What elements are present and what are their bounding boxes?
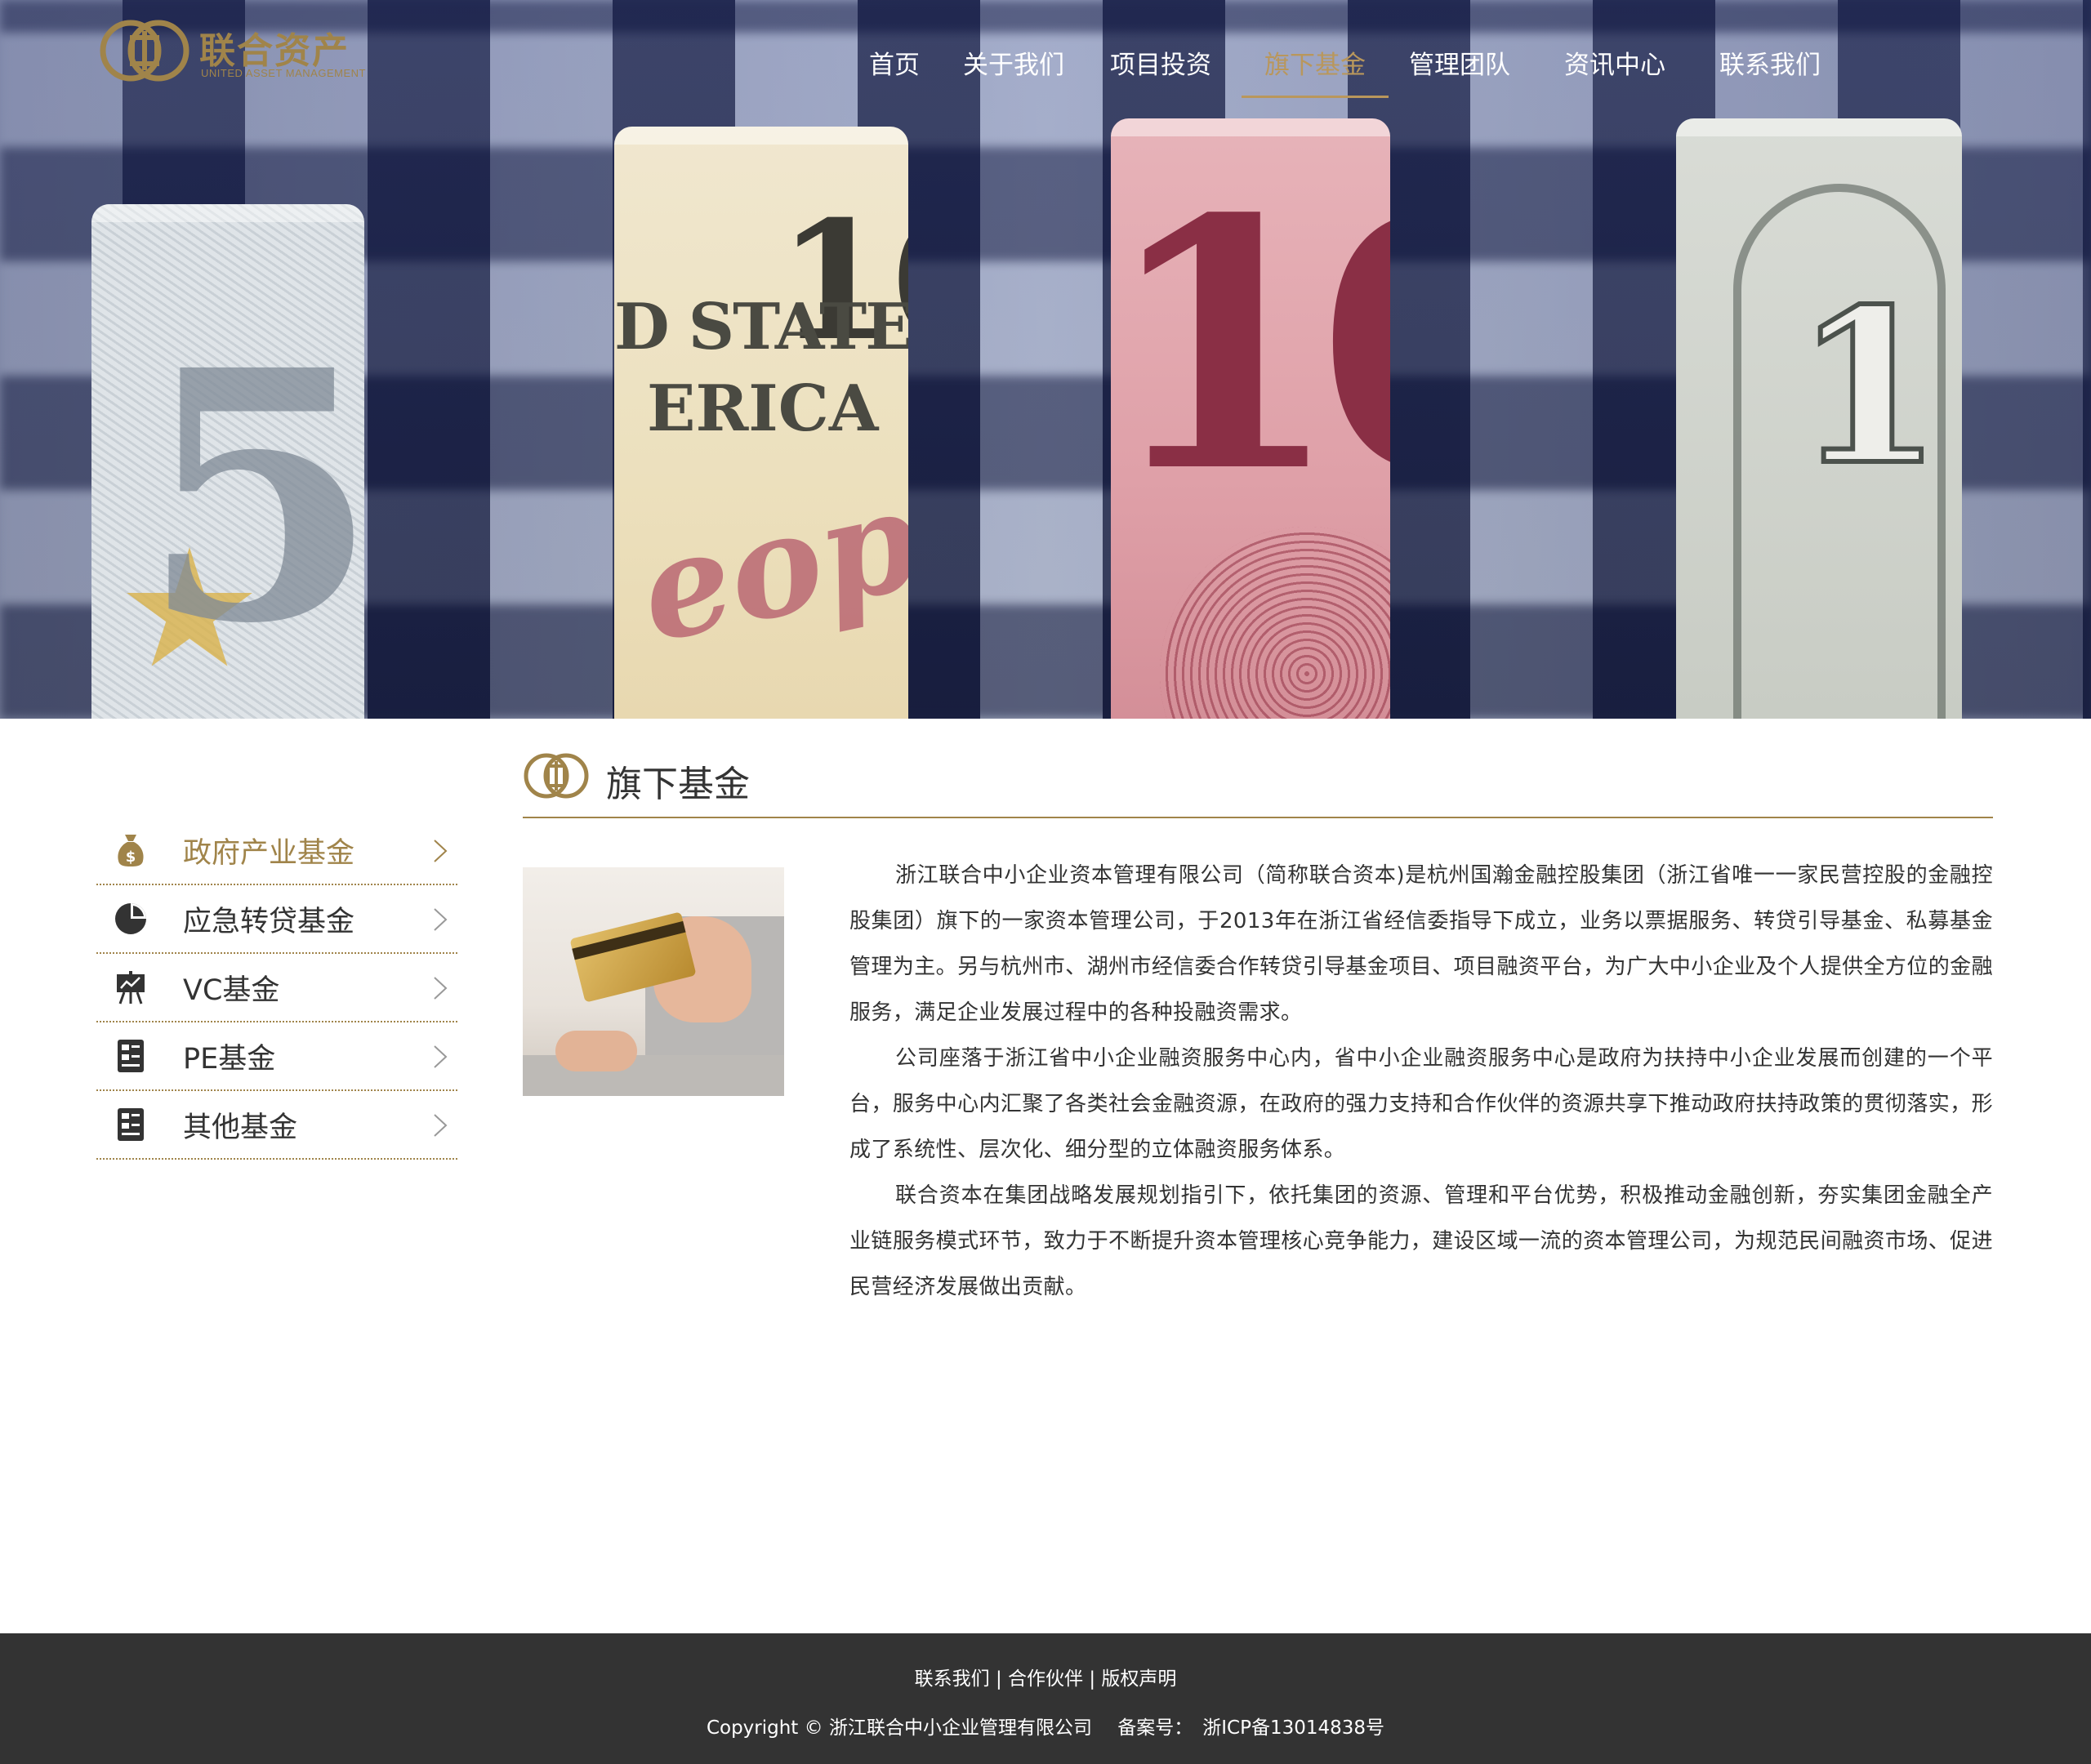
footer-copyright: Copyright © 浙江联合中小企业管理有限公司 备案号： 浙ICP备1301… xyxy=(0,1712,2091,1740)
sidebar-item-label: 应急转贷基金 xyxy=(183,905,355,938)
sidebar-item-government-fund[interactable]: $ 政府产业基金 xyxy=(96,817,457,885)
footer-separator: | xyxy=(1089,1668,1096,1690)
copyright-text: Copyright © 浙江联合中小企业管理有限公司 xyxy=(706,1717,1092,1739)
chevron-right-icon xyxy=(434,1045,448,1068)
sidebar-item-emergency-fund[interactable]: 应急转贷基金 xyxy=(96,885,457,954)
sidebar-item-other-fund[interactable]: 其他基金 xyxy=(96,1091,457,1160)
article-body: 浙江联合中小企业资本管理有限公司（简称联合资本)是杭州国瀚金融控股集团（浙江省唯… xyxy=(849,853,1993,1310)
credit-card-photo xyxy=(523,867,784,1096)
banknote-usd-1: 1 xyxy=(1676,118,1962,719)
site-footer: 联系我们 | 合作伙伴 | 版权声明 Copyright © 浙江联合中小企业管… xyxy=(0,1633,2091,1764)
footer-link-contact[interactable]: 联系我们 xyxy=(915,1668,990,1690)
footer-link-copyright[interactable]: 版权声明 xyxy=(1101,1668,1176,1690)
money-bag-icon: $ xyxy=(113,832,149,868)
interlocked-rings-logo-icon xyxy=(100,20,189,82)
chevron-right-icon xyxy=(434,1114,448,1137)
nav-item-about[interactable]: 关于我们 xyxy=(952,33,1075,98)
footer-separator: | xyxy=(995,1668,1002,1690)
page-title: 旗下基金 xyxy=(606,764,750,805)
icp-label: 备案号： xyxy=(1117,1717,1193,1739)
nav-item-contact[interactable]: 联系我们 xyxy=(1709,33,1831,98)
footer-links: 联系我们 | 合作伙伴 | 版权声明 xyxy=(0,1663,2091,1690)
nav-item-projects[interactable]: 项目投资 xyxy=(1099,33,1222,98)
logo-title: 联合资产 xyxy=(199,30,350,72)
banknote-5: 5 xyxy=(91,204,364,719)
presentation-board-icon xyxy=(113,969,149,1005)
footer-link-partners[interactable]: 合作伙伴 xyxy=(1008,1668,1083,1690)
sidebar-item-label: 政府产业基金 xyxy=(183,836,355,870)
site-logo[interactable]: 联合资产 UNITED ASSET MANAGEMENT xyxy=(96,18,374,83)
chevron-right-icon xyxy=(434,840,448,862)
article-paragraph: 公司座落于浙江省中小企业融资服务中心内，省中小企业融资服务中心是政府为扶持中小企… xyxy=(849,1046,1993,1162)
hero-banner: 5 10 D STATES ERICA eople 10 1 xyxy=(0,0,2091,719)
interlocked-rings-icon xyxy=(524,753,589,799)
article-paragraph: 浙江联合中小企业资本管理有限公司（简称联合资本)是杭州国瀚金融控股集团（浙江省唯… xyxy=(849,863,1993,1025)
sidebar-item-label: 其他基金 xyxy=(183,1111,298,1144)
sidebar-item-label: PE基金 xyxy=(183,1042,276,1076)
pie-chart-icon xyxy=(113,901,149,937)
document-list-icon xyxy=(113,1038,149,1074)
article-paragraph: 联合资本在集团战略发展规划指引下，依托集团的资源、管理和平台优势，积极推动金融创… xyxy=(849,1183,1993,1299)
nav-item-news[interactable]: 资讯中心 xyxy=(1554,33,1676,98)
chevron-right-icon xyxy=(434,908,448,931)
svg-text:$: $ xyxy=(126,849,136,866)
nav-item-home[interactable]: 首页 xyxy=(849,33,939,98)
main-nav: 首页 关于我们 项目投资 旗下基金 管理团队 资讯中心 联系我们 xyxy=(849,33,1831,98)
document-list-icon xyxy=(113,1107,149,1143)
sidebar-item-vc-fund[interactable]: VC基金 xyxy=(96,954,457,1022)
fund-sidebar: $ 政府产业基金 应急转贷基金 VC基金 PE基金 其他基金 xyxy=(96,817,457,1160)
chevron-right-icon xyxy=(434,977,448,1000)
sidebar-item-pe-fund[interactable]: PE基金 xyxy=(96,1022,457,1091)
nav-item-team[interactable]: 管理团队 xyxy=(1398,33,1521,98)
logo-subtitle: UNITED ASSET MANAGEMENT xyxy=(201,67,366,79)
sidebar-item-label: VC基金 xyxy=(183,973,280,1007)
section-header: 旗下基金 xyxy=(523,751,1993,818)
nav-item-funds[interactable]: 旗下基金 xyxy=(1242,33,1389,98)
icp-number: 浙ICP备13014838号 xyxy=(1202,1717,1385,1739)
banknote-usd-10: 10 D STATES ERICA eople xyxy=(614,127,908,719)
banknote-euro-10: 10 xyxy=(1111,118,1390,719)
